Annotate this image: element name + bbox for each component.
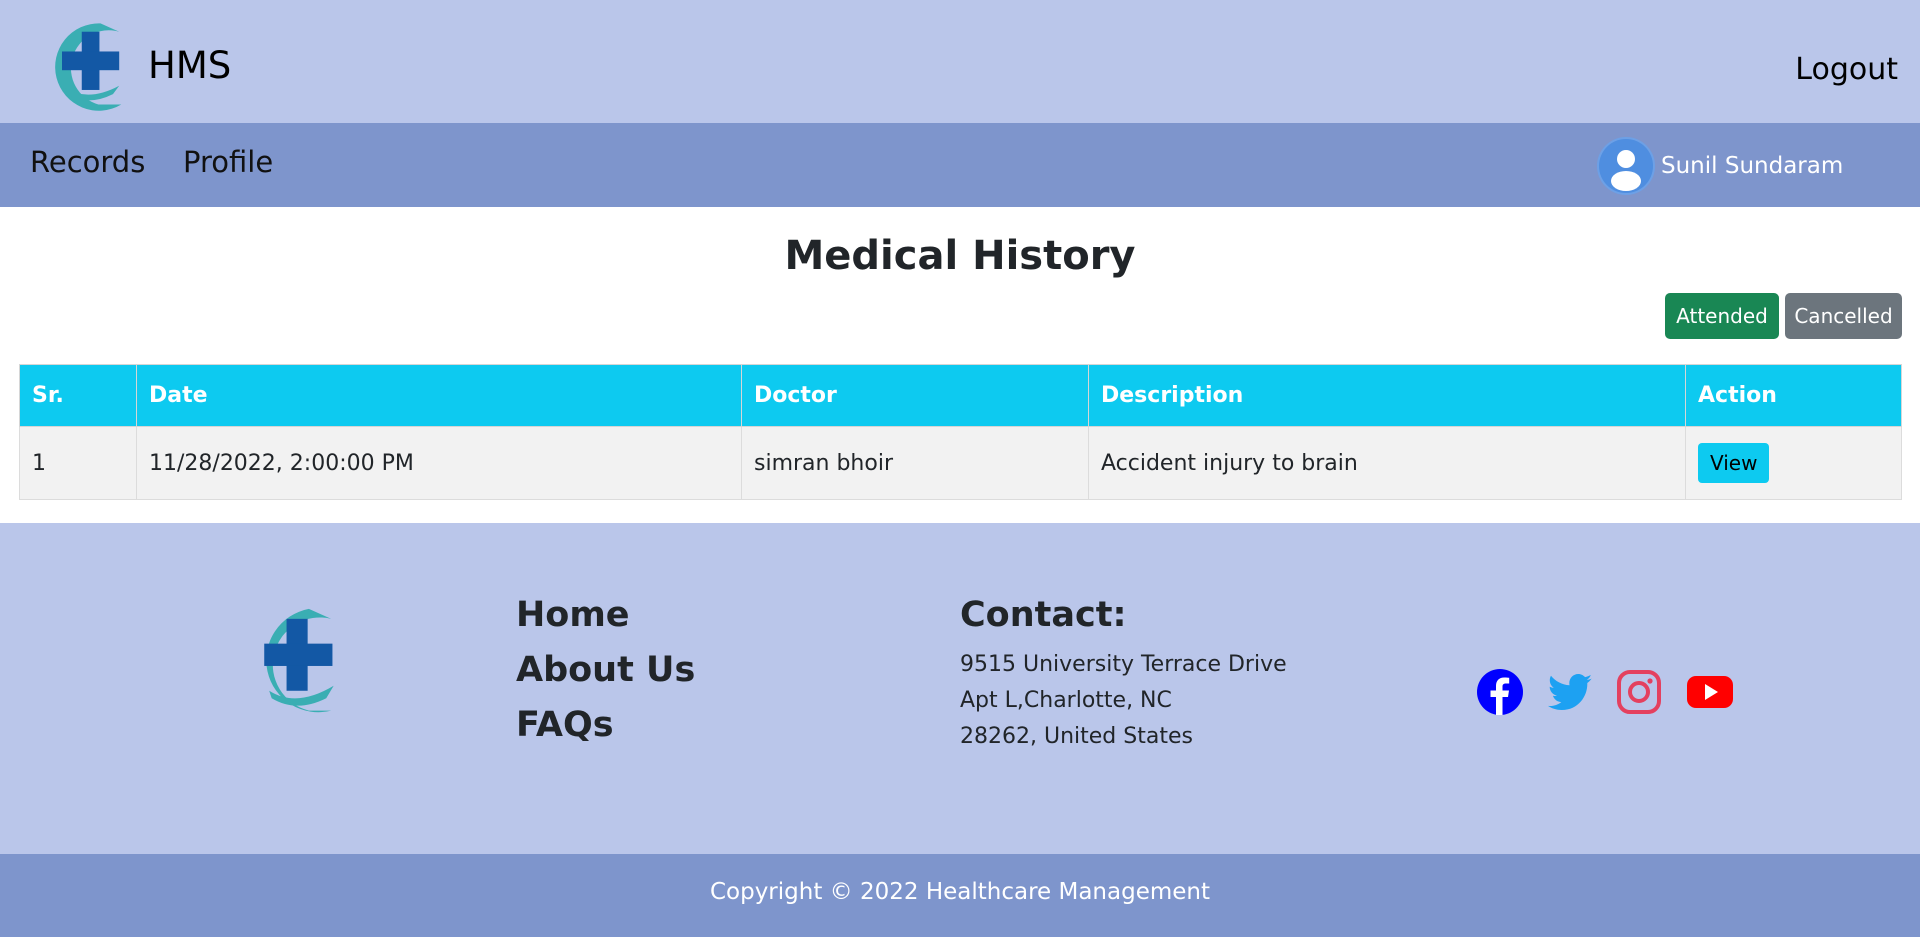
table-row: 1 11/28/2022, 2:00:00 PM simran bhoir Ac… xyxy=(19,426,1902,500)
column-header-date: Date xyxy=(136,364,742,427)
cell-sr: 1 xyxy=(19,426,137,500)
medical-history-table: Sr. Date Doctor Description Action 1 11/… xyxy=(19,364,1902,500)
copyright-bar: Copyright © 2022 Healthcare Management xyxy=(0,854,1920,937)
page-title: Medical History xyxy=(784,233,1136,279)
attended-filter-button[interactable]: Attended xyxy=(1665,293,1779,339)
cell-date: 11/28/2022, 2:00:00 PM xyxy=(136,426,742,500)
contact-title: Contact: xyxy=(960,595,1127,635)
contact-section: Contact: 9515 University Terrace Drive A… xyxy=(960,595,1287,755)
user-menu[interactable]: Sunil Sundaram xyxy=(1599,139,1843,193)
youtube-icon[interactable] xyxy=(1686,668,1734,716)
cell-action: View xyxy=(1685,426,1902,500)
user-icon xyxy=(1611,150,1641,191)
avatar xyxy=(1599,139,1653,193)
table-header-row: Sr. Date Doctor Description Action xyxy=(19,364,1902,427)
column-header-sr: Sr. xyxy=(19,364,137,427)
address-line: Apt L,Charlotte, NC xyxy=(960,688,1172,713)
view-button[interactable]: View xyxy=(1698,443,1770,483)
facebook-icon[interactable] xyxy=(1476,668,1524,716)
footer-links: Home About Us FAQs xyxy=(516,595,695,760)
nav-profile[interactable]: Profile xyxy=(183,145,273,179)
nav-records[interactable]: Records xyxy=(30,145,145,179)
footer-link-faqs[interactable]: FAQs xyxy=(516,705,695,760)
column-header-doctor: Doctor xyxy=(741,364,1089,427)
hms-logo-icon xyxy=(55,23,122,111)
instagram-icon[interactable] xyxy=(1615,668,1663,716)
cell-description: Accident injury to brain xyxy=(1088,426,1686,500)
user-name: Sunil Sundaram xyxy=(1661,153,1844,179)
cell-doctor: simran bhoir xyxy=(741,426,1089,500)
twitter-icon[interactable] xyxy=(1546,668,1594,716)
address-line: 9515 University Terrace Drive xyxy=(960,652,1287,677)
footer-logo-icon xyxy=(264,608,334,713)
footer-link-about[interactable]: About Us xyxy=(516,650,695,705)
footer: Home About Us FAQs Contact: 9515 Univers… xyxy=(0,523,1920,854)
brand[interactable]: HMS xyxy=(36,13,231,117)
brand-name: HMS xyxy=(148,43,232,87)
column-header-action: Action xyxy=(1685,364,1902,427)
top-header: HMS Logout xyxy=(0,0,1920,123)
cancelled-filter-button[interactable]: Cancelled xyxy=(1785,293,1902,339)
column-header-description: Description xyxy=(1088,364,1686,427)
address-line: 28262, United States xyxy=(960,724,1193,749)
footer-link-home[interactable]: Home xyxy=(516,595,695,650)
logout-link[interactable]: Logout xyxy=(1795,52,1898,87)
